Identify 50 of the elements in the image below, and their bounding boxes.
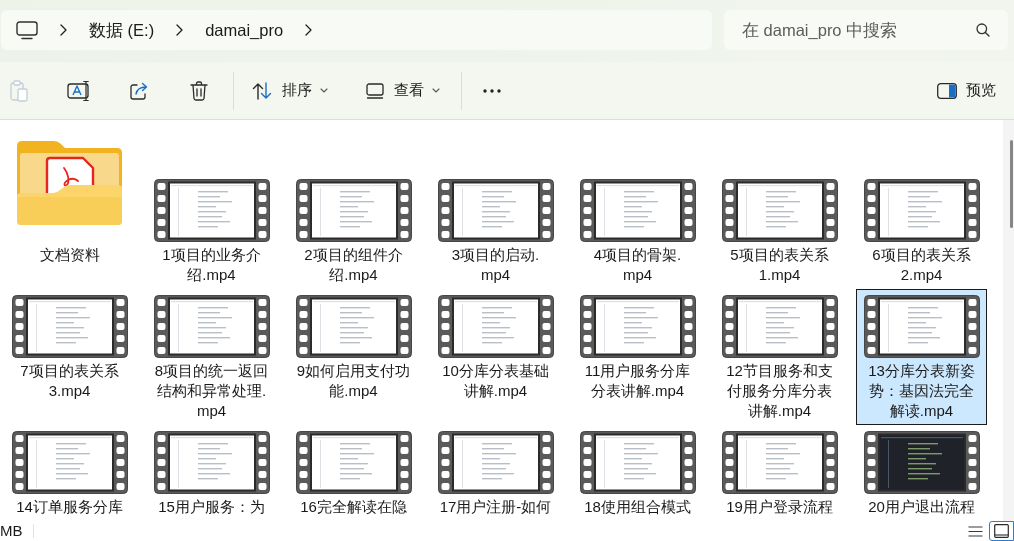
file-item[interactable]: 6项目的表关系2.mp4 xyxy=(856,123,987,289)
file-item[interactable]: 1项目的业务介绍.mp4 xyxy=(146,123,277,289)
file-item[interactable]: 3项目的启动.mp4 xyxy=(430,123,561,289)
file-item[interactable]: 15用户服务：为 xyxy=(146,425,277,521)
chevron-icon[interactable] xyxy=(176,24,184,36)
caret-icon xyxy=(320,88,328,93)
panel-icon xyxy=(937,82,957,99)
trash-icon xyxy=(190,80,208,101)
chevron-icon[interactable] xyxy=(305,24,313,36)
large-icons-view-button[interactable] xyxy=(989,521,1014,541)
search-field[interactable]: 在 damai_pro 中搜索 xyxy=(724,10,1008,50)
file-item[interactable]: 7项目的表关系3.mp4 xyxy=(4,289,135,405)
file-item[interactable]: 5项目的表关系1.mp4 xyxy=(714,123,845,289)
list-icon xyxy=(967,525,983,537)
scrollbar[interactable] xyxy=(1003,120,1014,521)
file-item[interactable]: 13分库分表新姿势：基因法完全解读.mp4 xyxy=(856,289,987,425)
sort-button[interactable]: 排序 xyxy=(242,70,338,111)
folder-icon xyxy=(17,141,122,225)
address-bar[interactable]: 数据 (E:) damai_pro xyxy=(1,10,712,50)
share-icon xyxy=(129,80,149,101)
breadcrumb[interactable]: damai_pro xyxy=(205,19,284,41)
file-item[interactable]: 2项目的组件介绍.mp4 xyxy=(288,123,419,289)
file-item[interactable]: 19用户登录流程 xyxy=(714,425,845,521)
file-item[interactable]: 10分库分表基础讲解.mp4 xyxy=(430,289,561,405)
view-button[interactable]: 查看 xyxy=(356,70,450,111)
folder-item[interactable]: 文档资料 xyxy=(4,123,135,269)
chevron-icon[interactable] xyxy=(60,24,67,36)
file-item[interactable]: 14订单服务分库 xyxy=(4,425,135,521)
up-down-arrows-icon xyxy=(252,81,272,100)
file-item[interactable]: 18使用组合模式 xyxy=(572,425,703,521)
clipboard-icon xyxy=(10,79,28,102)
file-item[interactable]: 8项目的统一返回结构和异常处理.mp4 xyxy=(146,289,277,425)
preview-button[interactable]: 预览 xyxy=(927,70,1006,111)
square-icon xyxy=(994,524,1009,538)
computer-icon[interactable] xyxy=(16,20,38,40)
search-icon[interactable] xyxy=(976,23,990,37)
file-item[interactable]: 4项目的骨架.mp4 xyxy=(572,123,703,289)
scrollbar-thumb[interactable] xyxy=(1010,140,1013,228)
file-item[interactable]: 17用户注册-如何 xyxy=(430,425,561,521)
file-item[interactable]: 16完全解读在隐 xyxy=(288,425,419,521)
status-text: MB xyxy=(0,521,23,541)
rename-icon xyxy=(67,79,91,102)
file-item[interactable]: 12节目服务和支付服务分库分表讲解.mp4 xyxy=(714,289,845,425)
breadcrumb[interactable]: 数据 (E:) xyxy=(89,19,155,41)
more-icon xyxy=(483,88,501,93)
caret-icon xyxy=(432,88,440,93)
file-item[interactable]: 20用户退出流程 xyxy=(856,425,987,521)
display-icon xyxy=(366,82,384,99)
file-item[interactable]: 9如何启用支付功能.mp4 xyxy=(288,289,419,405)
file-item[interactable]: 11用户服务分库分表讲解.mp4 xyxy=(572,289,703,405)
